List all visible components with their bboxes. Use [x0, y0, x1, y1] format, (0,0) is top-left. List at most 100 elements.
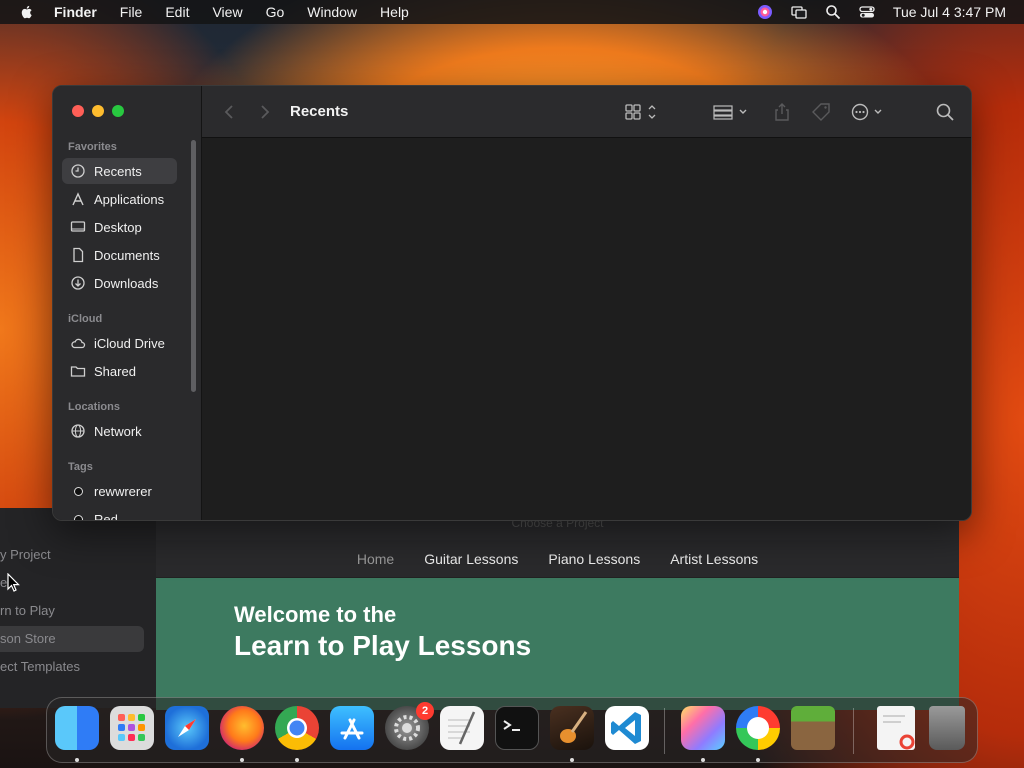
apple-icon[interactable] — [19, 4, 35, 20]
web-nav-home[interactable]: Home — [357, 551, 394, 567]
document-icon — [73, 247, 84, 263]
sidebar-item-label: Recents — [94, 163, 142, 179]
safari-dock-icon[interactable] — [165, 706, 209, 750]
bg-sidebar-item[interactable]: rn to Play — [0, 598, 55, 624]
running-indicator — [570, 758, 574, 762]
terminal-prompt-icon — [503, 720, 520, 731]
minecraft-dock-icon[interactable] — [791, 706, 835, 750]
sidebar-item-recents[interactable]: Recents — [62, 158, 177, 184]
web-nav-piano[interactable]: Piano Lessons — [548, 551, 640, 567]
sidebar-item-label: Red — [94, 511, 118, 521]
screen-mirroring-icon[interactable] — [791, 4, 807, 20]
sidebar-tag-red[interactable]: Red — [62, 506, 177, 521]
hero-heading-line2: Learn to Play Lessons — [234, 630, 532, 661]
background-web-page: Choose a Project Home Guitar Lessons Pia… — [156, 520, 959, 710]
share-icon[interactable] — [772, 102, 792, 122]
finder-dock-icon[interactable] — [55, 706, 99, 750]
sidebar-item-shared[interactable]: Shared — [62, 358, 177, 384]
menu-file[interactable]: File — [120, 4, 143, 20]
bg-sidebar-item[interactable]: y Project — [0, 542, 51, 568]
zoom-button[interactable] — [112, 105, 124, 117]
web-nav-guitar[interactable]: Guitar Lessons — [424, 551, 518, 567]
sidebar-item-label: Desktop — [94, 219, 142, 235]
hero-heading-line1: Welcome to the — [234, 602, 397, 627]
tag-icon[interactable] — [810, 102, 832, 122]
bg-sidebar-item[interactable]: ect Templates — [0, 654, 80, 680]
app-store-a-icon — [340, 718, 364, 740]
finder-sidebar: Favorites Recents Applications Desktop D… — [53, 86, 202, 521]
compass-icon — [178, 719, 196, 737]
more-actions-icon[interactable] — [850, 102, 888, 122]
menu-bar: Finder File Edit View Go Window Help Tue… — [0, 0, 1024, 24]
web-nav-artist[interactable]: Artist Lessons — [670, 551, 758, 567]
sidebar-item-label: Network — [94, 423, 142, 439]
siri-icon[interactable] — [757, 4, 773, 20]
chrome-dock-icon[interactable] — [275, 706, 319, 750]
document-dock-icon[interactable] — [877, 706, 915, 750]
vscode-dock-icon[interactable] — [605, 706, 649, 750]
sidebar-item-icloud-drive[interactable]: iCloud Drive — [62, 330, 177, 356]
window-controls — [72, 105, 132, 117]
icon-view-icon[interactable] — [624, 102, 660, 122]
menu-go[interactable]: Go — [266, 4, 285, 20]
launchpad-grid-icon — [118, 714, 145, 741]
sidebar-item-downloads[interactable]: Downloads — [62, 270, 177, 296]
menu-edit[interactable]: Edit — [165, 4, 189, 20]
tag-dot-icon — [74, 514, 83, 520]
chrome-center-icon — [287, 718, 307, 738]
tags-header: Tags — [68, 461, 93, 473]
applications-icon — [72, 192, 84, 206]
menu-window[interactable]: Window — [307, 4, 357, 20]
app-store-dock-icon[interactable] — [330, 706, 374, 750]
menu-finder[interactable]: Finder — [54, 4, 97, 20]
choose-project-text: Choose a Project — [511, 520, 604, 530]
menu-clock[interactable]: Tue Jul 4 3:47 PM — [893, 4, 1006, 20]
color-wheel-center-icon — [747, 717, 769, 739]
menu-help[interactable]: Help — [380, 4, 409, 20]
sidebar-item-documents[interactable]: Documents — [62, 242, 177, 268]
terminal-dock-icon[interactable] — [495, 706, 539, 750]
sidebar-item-network[interactable]: Network — [62, 418, 177, 444]
garageband-dock-icon[interactable] — [550, 706, 594, 750]
pen-icon — [448, 711, 476, 745]
finder-toolbar: Recents — [202, 86, 971, 138]
cloud-icon — [71, 338, 86, 349]
background-app-sidebar: y Project e rn to Play son Store ect Tem… — [0, 508, 156, 708]
trash-dock-icon[interactable] — [929, 706, 965, 750]
firefox-dock-icon[interactable] — [220, 706, 264, 750]
color-wheel-app-dock-icon[interactable] — [736, 706, 780, 750]
document-preview-icon — [883, 715, 915, 750]
running-indicator — [756, 758, 760, 762]
dock-separator — [664, 708, 665, 754]
desktop-icon — [70, 221, 86, 232]
back-icon[interactable] — [222, 102, 236, 122]
sidebar-item-desktop[interactable]: Desktop — [62, 214, 177, 240]
search-icon[interactable] — [825, 4, 841, 20]
control-center-icon[interactable] — [859, 4, 875, 20]
sidebar-tag-rewwrerer[interactable]: rewwrerer — [62, 478, 177, 504]
running-indicator — [701, 758, 705, 762]
textedit-dock-icon[interactable] — [440, 706, 484, 750]
running-indicator — [75, 758, 79, 762]
color-gradient-app-dock-icon[interactable] — [681, 706, 725, 750]
finder-content-area[interactable] — [202, 138, 971, 520]
notification-badge: 2 — [416, 702, 434, 720]
guitar-icon — [560, 711, 588, 743]
download-icon — [71, 276, 85, 290]
group-by-icon[interactable] — [712, 102, 750, 122]
close-button[interactable] — [72, 105, 84, 117]
mouse-cursor-icon — [7, 573, 20, 592]
search-icon[interactable] — [935, 102, 955, 122]
sidebar-item-label: iCloud Drive — [94, 335, 165, 351]
bg-sidebar-item-selected[interactable]: son Store — [0, 626, 144, 652]
dock-separator — [853, 708, 854, 754]
forward-icon[interactable] — [258, 102, 272, 122]
icloud-header: iCloud — [68, 313, 103, 325]
sidebar-item-label: rewwrerer — [94, 483, 152, 499]
launchpad-dock-icon[interactable] — [110, 706, 154, 750]
sidebar-item-applications[interactable]: Applications — [62, 186, 177, 212]
menu-view[interactable]: View — [212, 4, 242, 20]
sidebar-scrollbar[interactable] — [191, 140, 196, 392]
vscode-logo-icon — [611, 712, 641, 744]
minimize-button[interactable] — [92, 105, 104, 117]
